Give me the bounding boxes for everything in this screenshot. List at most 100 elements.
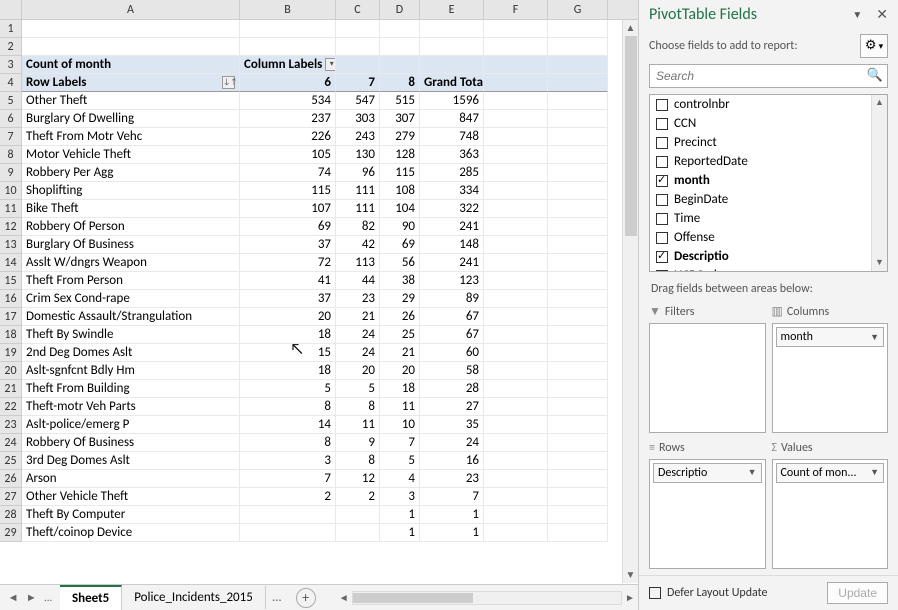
- tab-more-ellipsis[interactable]: ...: [266, 590, 288, 605]
- cell[interactable]: 16: [420, 452, 484, 470]
- field-item[interactable]: Time: [650, 209, 871, 228]
- cell[interactable]: 105: [240, 146, 336, 164]
- cell[interactable]: 20: [240, 308, 336, 326]
- cell[interactable]: 115: [380, 164, 420, 182]
- cell[interactable]: [380, 20, 420, 38]
- values-area[interactable]: ΣValues Count of mon...▼: [772, 439, 889, 570]
- cell[interactable]: 25: [380, 326, 420, 344]
- defer-update-checkbox[interactable]: [649, 587, 661, 599]
- cell[interactable]: [484, 218, 548, 236]
- cell[interactable]: Count of month: [22, 56, 240, 74]
- cell[interactable]: 90: [380, 218, 420, 236]
- cell[interactable]: Asslt W/dngrs Weapon: [22, 254, 240, 272]
- field-item[interactable]: BeginDate: [650, 190, 871, 209]
- new-sheet-button[interactable]: +: [296, 588, 316, 608]
- row-header[interactable]: 25: [0, 452, 22, 470]
- row-header[interactable]: 5: [0, 92, 22, 110]
- cell[interactable]: 534: [240, 92, 336, 110]
- cell[interactable]: Domestic Assault/Strangulation: [22, 308, 240, 326]
- cell[interactable]: 24: [336, 326, 380, 344]
- cell[interactable]: 334: [420, 182, 484, 200]
- cell[interactable]: 113: [336, 254, 380, 272]
- field-search-box[interactable]: 🔍: [649, 64, 888, 88]
- cell[interactable]: 26: [380, 308, 420, 326]
- cell[interactable]: [484, 182, 548, 200]
- field-checkbox[interactable]: [656, 156, 668, 168]
- cell[interactable]: [484, 38, 548, 56]
- cell[interactable]: [548, 434, 608, 452]
- col-header-A[interactable]: A: [22, 0, 240, 19]
- cell[interactable]: [484, 326, 548, 344]
- cell[interactable]: [548, 398, 608, 416]
- cell[interactable]: [484, 272, 548, 290]
- cell[interactable]: 322: [420, 200, 484, 218]
- row-header[interactable]: 11: [0, 200, 22, 218]
- cell[interactable]: 2: [240, 488, 336, 506]
- cell[interactable]: 8: [240, 434, 336, 452]
- cell[interactable]: [484, 434, 548, 452]
- cell[interactable]: [484, 236, 548, 254]
- cell[interactable]: 42: [336, 236, 380, 254]
- cell[interactable]: 4: [380, 470, 420, 488]
- cell[interactable]: Theft-motr Veh Parts: [22, 398, 240, 416]
- cell[interactable]: [548, 236, 608, 254]
- cell[interactable]: [548, 452, 608, 470]
- cell[interactable]: 1: [420, 506, 484, 524]
- cell[interactable]: 24: [420, 434, 484, 452]
- row-header[interactable]: 1: [0, 20, 22, 38]
- field-item[interactable]: controlnbr: [650, 95, 871, 114]
- cell[interactable]: [22, 20, 240, 38]
- cell[interactable]: Theft By Swindle: [22, 326, 240, 344]
- cell[interactable]: Other Theft: [22, 92, 240, 110]
- cell[interactable]: 37: [240, 236, 336, 254]
- row-header[interactable]: 9: [0, 164, 22, 182]
- field-item[interactable]: CCN: [650, 114, 871, 133]
- cell[interactable]: [484, 128, 548, 146]
- cell[interactable]: Shoplifting: [22, 182, 240, 200]
- cell[interactable]: [240, 506, 336, 524]
- cell[interactable]: 58: [420, 362, 484, 380]
- cell[interactable]: 23: [336, 290, 380, 308]
- cell[interactable]: 111: [336, 200, 380, 218]
- cell[interactable]: 10: [380, 416, 420, 434]
- cell[interactable]: 285: [420, 164, 484, 182]
- cell[interactable]: 123: [420, 272, 484, 290]
- cell[interactable]: 21: [380, 344, 420, 362]
- cell[interactable]: Other Vehicle Theft: [22, 488, 240, 506]
- cell[interactable]: [548, 272, 608, 290]
- cell[interactable]: 1596: [420, 92, 484, 110]
- field-scroll-down-icon[interactable]: ▼: [872, 255, 887, 271]
- row-header[interactable]: 22: [0, 398, 22, 416]
- cell[interactable]: [484, 146, 548, 164]
- cell[interactable]: Crim Sex Cond-rape: [22, 290, 240, 308]
- row-header[interactable]: 18: [0, 326, 22, 344]
- cell[interactable]: 14: [240, 416, 336, 434]
- cell[interactable]: [484, 254, 548, 272]
- cell[interactable]: 226: [240, 128, 336, 146]
- cell[interactable]: Column Labels ▾: [240, 56, 336, 74]
- cell[interactable]: 547: [336, 92, 380, 110]
- cell[interactable]: 303: [336, 110, 380, 128]
- field-item[interactable]: ReportedDate: [650, 152, 871, 171]
- sheet-tab-active[interactable]: Sheet5: [60, 585, 122, 610]
- cell[interactable]: 363: [420, 146, 484, 164]
- row-header[interactable]: 4: [0, 74, 22, 92]
- row-header[interactable]: 17: [0, 308, 22, 326]
- cell[interactable]: Theft From Person: [22, 272, 240, 290]
- row-header[interactable]: 19: [0, 344, 22, 362]
- field-checkbox[interactable]: [656, 232, 668, 244]
- field-checkbox[interactable]: [656, 251, 668, 263]
- cell[interactable]: [484, 398, 548, 416]
- tab-nav-prev-icon[interactable]: ◄: [8, 591, 19, 604]
- cell[interactable]: 2: [336, 488, 380, 506]
- cell[interactable]: Arson: [22, 470, 240, 488]
- rows-area[interactable]: ≡Rows Descriptio▼: [649, 439, 766, 570]
- tab-nav-ellipsis[interactable]: ...: [44, 591, 52, 604]
- cell[interactable]: [484, 524, 548, 542]
- rows-chip[interactable]: Descriptio▼: [653, 463, 762, 483]
- field-item[interactable]: Precinct: [650, 133, 871, 152]
- cell[interactable]: 108: [380, 182, 420, 200]
- cell[interactable]: Motor Vehicle Theft: [22, 146, 240, 164]
- cell[interactable]: [548, 308, 608, 326]
- column-filter-button[interactable]: ▾: [325, 58, 336, 71]
